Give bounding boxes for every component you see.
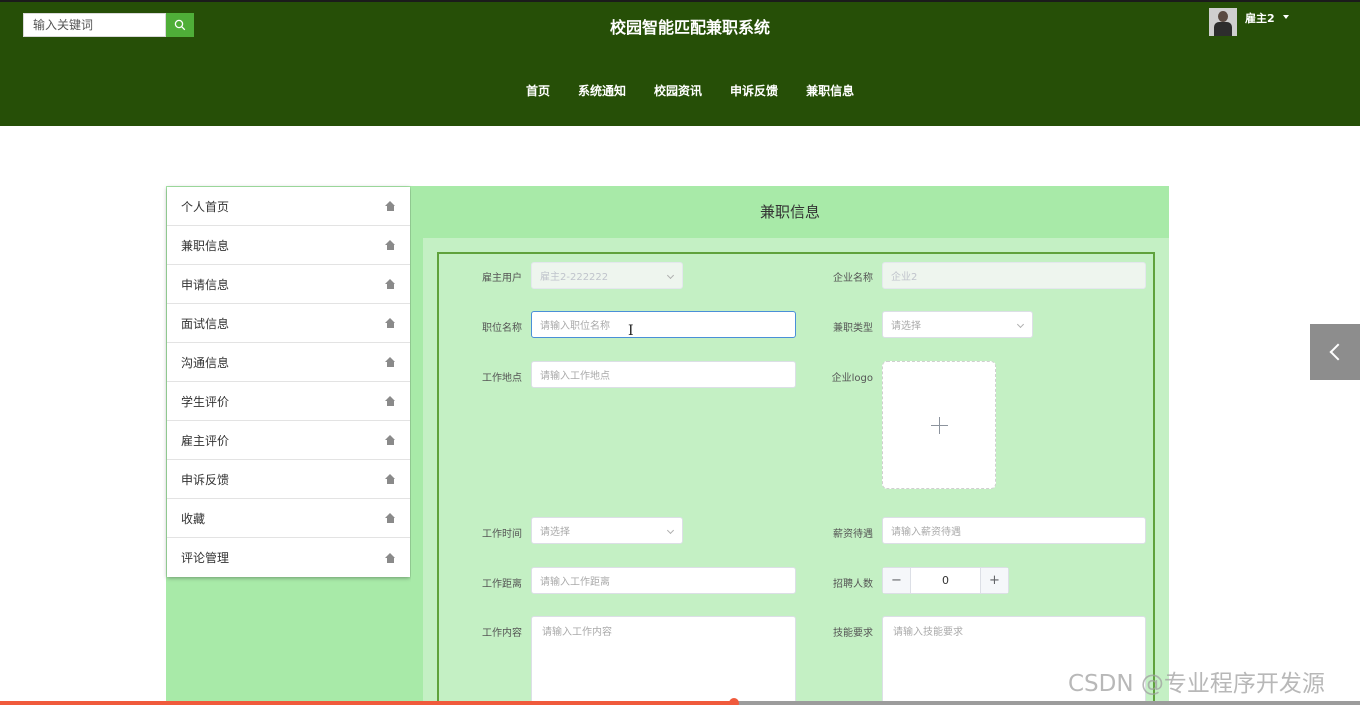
progress-fill xyxy=(0,701,735,705)
sidebar-item-applications[interactable]: 申请信息 xyxy=(167,265,410,304)
company-name-field: 企业2 xyxy=(882,262,1146,289)
job-name-placeholder: 请输入职位名称 xyxy=(540,321,610,332)
sidebar-item-favorites[interactable]: 收藏 xyxy=(167,499,410,538)
user-menu[interactable]: 雇主2 xyxy=(1209,8,1289,36)
sidebar-item-label: 评论管理 xyxy=(181,551,230,565)
home-icon xyxy=(385,240,396,250)
sidebar-item-part-time-info[interactable]: 兼职信息 xyxy=(167,226,410,265)
work-content-label: 工作内容 xyxy=(482,628,522,639)
sidebar-item-communication[interactable]: 沟通信息 xyxy=(167,343,410,382)
collapse-panel-button[interactable] xyxy=(1310,324,1360,380)
sidebar-item-label: 沟通信息 xyxy=(181,355,230,370)
job-name-input[interactable]: 请输入职位名称 xyxy=(531,311,796,338)
work-location-input[interactable]: 请输入工作地点 xyxy=(531,361,796,388)
video-progress-bar[interactable] xyxy=(0,698,1360,705)
home-icon xyxy=(385,513,396,523)
sidebar-item-label: 个人首页 xyxy=(181,199,230,214)
skill-requirements-placeholder: 请输入技能要求 xyxy=(893,627,963,638)
sidebar-item-label: 雇主评价 xyxy=(181,433,230,448)
work-location-label: 工作地点 xyxy=(482,373,522,384)
dropdown-caret-icon[interactable] xyxy=(1282,15,1289,19)
sidebar-item-complaints[interactable]: 申诉反馈 xyxy=(167,460,410,499)
progress-handle[interactable] xyxy=(729,698,740,705)
sidebar-item-interviews[interactable]: 面试信息 xyxy=(167,304,410,343)
company-name-label: 企业名称 xyxy=(833,273,873,284)
sidebar-item-comment-management[interactable]: 评论管理 xyxy=(167,538,410,577)
page: 校园智能匹配兼职系统 雇主2 首页 系统通知 校园资讯 申诉反馈 兼职信息 个人… xyxy=(0,0,1360,705)
sidebar-item-label: 申请信息 xyxy=(181,277,230,292)
company-name-value: 企业2 xyxy=(891,272,918,283)
sidebar-item-label: 学生评价 xyxy=(181,394,230,409)
nav-home[interactable]: 首页 xyxy=(526,82,550,99)
nav-campus-news[interactable]: 校园资讯 xyxy=(654,82,702,99)
employer-user-label: 雇主用户 xyxy=(482,273,522,284)
sidebar-item-label: 收藏 xyxy=(181,511,206,526)
user-name[interactable]: 雇主2 xyxy=(1245,10,1275,26)
home-icon xyxy=(385,552,396,563)
plus-icon xyxy=(930,416,948,434)
home-icon xyxy=(385,201,396,211)
home-icon xyxy=(385,318,396,328)
chevron-down-icon xyxy=(666,271,675,280)
top-header: 校园智能匹配兼职系统 雇主2 首页 系统通知 校园资讯 申诉反馈 兼职信息 xyxy=(0,0,1360,126)
work-time-placeholder: 请选择 xyxy=(540,527,570,538)
home-icon xyxy=(385,474,396,484)
avatar[interactable] xyxy=(1209,8,1237,36)
sidebar-item-student-reviews[interactable]: 学生评价 xyxy=(167,382,410,421)
logo-upload-box[interactable] xyxy=(882,361,996,489)
employer-user-value: 雇主2-222222 xyxy=(540,272,609,283)
sidebar-item-label: 申诉反馈 xyxy=(181,472,230,487)
salary-label: 薪资待遇 xyxy=(833,529,873,540)
home-icon xyxy=(385,279,396,289)
job-type-label: 兼职类型 xyxy=(833,323,873,334)
work-distance-label: 工作距离 xyxy=(482,579,522,590)
job-type-placeholder: 请选择 xyxy=(891,321,921,332)
salary-input[interactable]: 请输入薪资待遇 xyxy=(882,517,1146,544)
work-distance-input[interactable]: 请输入工作距离 xyxy=(531,567,796,594)
nav-system-notice[interactable]: 系统通知 xyxy=(578,82,626,99)
chevron-left-icon xyxy=(1329,343,1347,361)
site-title: 校园智能匹配兼职系统 xyxy=(609,18,770,37)
job-type-select[interactable]: 请选择 xyxy=(882,311,1033,338)
work-time-select[interactable]: 请选择 xyxy=(531,517,683,544)
employer-user-select: 雇主2-222222 xyxy=(531,262,683,289)
headcount-stepper: − 0 + xyxy=(882,567,1009,594)
work-distance-placeholder: 请输入工作距离 xyxy=(540,577,610,588)
headcount-label: 招聘人数 xyxy=(833,579,873,590)
home-icon xyxy=(385,396,396,406)
watermark: CSDN @专业程序开发源 xyxy=(1068,671,1325,697)
sidebar-item-label: 面试信息 xyxy=(181,316,230,331)
text-cursor-icon: I xyxy=(628,323,634,339)
sidebar-menu: 个人首页 兼职信息 申请信息 面试信息 沟通信息 学生评价 雇主评价 申诉反馈 … xyxy=(167,187,410,577)
work-location-placeholder: 请输入工作地点 xyxy=(540,371,610,382)
work-content-textarea[interactable]: 请输入工作内容 xyxy=(531,616,796,705)
page-title: 兼职信息 xyxy=(759,203,820,221)
chevron-down-icon xyxy=(666,526,675,535)
work-time-label: 工作时间 xyxy=(482,529,522,540)
sidebar-item-personal-home[interactable]: 个人首页 xyxy=(167,187,410,226)
sidebar-item-label: 兼职信息 xyxy=(181,238,230,253)
job-name-label: 职位名称 xyxy=(482,323,522,334)
increment-button[interactable]: + xyxy=(980,568,1008,593)
nav-complaint-feedback[interactable]: 申诉反馈 xyxy=(730,82,778,99)
decrement-button[interactable]: − xyxy=(883,568,911,593)
headcount-value[interactable]: 0 xyxy=(911,568,980,593)
chevron-down-icon xyxy=(1016,320,1025,329)
home-icon xyxy=(385,435,396,445)
salary-placeholder: 请输入薪资待遇 xyxy=(891,527,961,538)
home-icon xyxy=(385,357,396,367)
nav-part-time-info[interactable]: 兼职信息 xyxy=(806,82,854,99)
skill-requirements-label: 技能要求 xyxy=(833,628,873,639)
sidebar-item-employer-reviews[interactable]: 雇主评价 xyxy=(167,421,410,460)
company-logo-label: 企业logo xyxy=(831,373,873,384)
work-content-placeholder: 请输入工作内容 xyxy=(542,627,612,638)
